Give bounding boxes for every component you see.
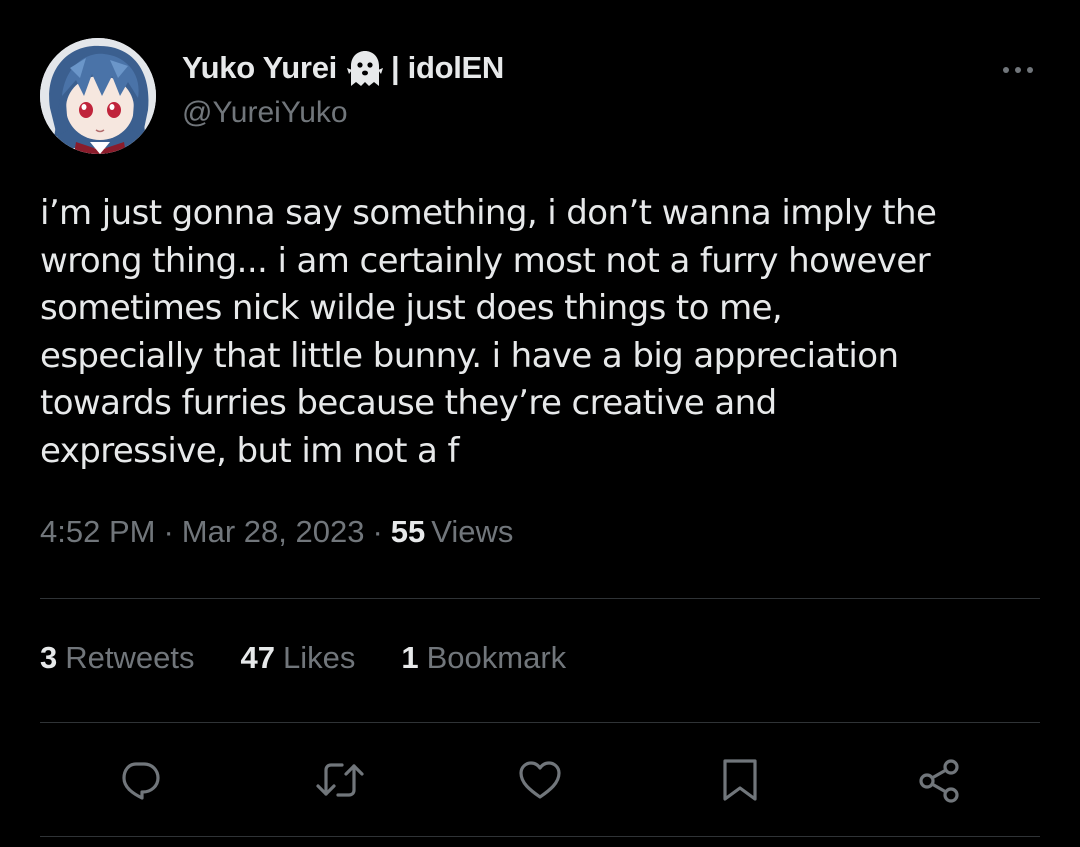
avatar-image bbox=[40, 38, 156, 154]
bookmark-button[interactable] bbox=[712, 752, 768, 808]
bookmarks-count: 1 bbox=[401, 640, 419, 675]
author-handle[interactable]: @YureiYuko bbox=[182, 96, 348, 130]
tweet-time[interactable]: 4:52 PM bbox=[40, 514, 155, 549]
retweets-count: 3 bbox=[40, 640, 58, 675]
retweets-stat[interactable]: 3 Retweets bbox=[40, 640, 194, 676]
share-button[interactable] bbox=[912, 752, 968, 808]
retweets-label: Retweets bbox=[65, 640, 195, 675]
action-bar bbox=[40, 752, 1040, 808]
tweet-detail: Yuko Yurei | idolEN @YureiYuko i’m just … bbox=[0, 0, 1080, 847]
meta-separator: · bbox=[372, 514, 383, 549]
tweet-text-line: especially that little bunny. i have a b… bbox=[40, 335, 899, 376]
meta-separator: · bbox=[163, 514, 174, 549]
engagement-stats: 3 Retweets 47 Likes 1 Bookmark bbox=[40, 640, 612, 676]
likes-stat[interactable]: 47 Likes bbox=[240, 640, 355, 676]
retweet-icon bbox=[316, 763, 364, 797]
likes-count: 47 bbox=[240, 640, 275, 675]
avatar[interactable] bbox=[40, 38, 156, 154]
tweet-meta: 4:52 PM · Mar 28, 2023 · 55 Views bbox=[40, 514, 513, 550]
tweet-text-line: towards furries because they’re creative… bbox=[40, 383, 777, 423]
author-display-name[interactable]: Yuko Yurei bbox=[182, 50, 337, 86]
divider bbox=[40, 722, 1040, 723]
tweet-text: i’m just gonna say something, i don’t wa… bbox=[40, 190, 1040, 475]
tweet-text-line: expressive, but im not a f bbox=[40, 430, 459, 471]
views-count[interactable]: 55 bbox=[391, 514, 425, 549]
share-icon bbox=[919, 759, 959, 803]
reply-icon bbox=[122, 762, 160, 800]
bookmark-icon bbox=[723, 759, 757, 801]
heart-icon bbox=[519, 761, 561, 799]
tweet-text-line: i’m just gonna say something, i don’t wa… bbox=[40, 193, 937, 233]
retweet-button[interactable] bbox=[312, 752, 368, 808]
more-options-icon[interactable] bbox=[996, 56, 1040, 84]
like-button[interactable] bbox=[512, 752, 568, 808]
divider bbox=[40, 598, 1040, 599]
ghost-icon bbox=[343, 48, 387, 88]
reply-button[interactable] bbox=[112, 752, 168, 808]
divider bbox=[40, 836, 1040, 837]
bookmarks-stat[interactable]: 1 Bookmark bbox=[401, 640, 566, 676]
tweet-date[interactable]: Mar 28, 2023 bbox=[182, 514, 365, 549]
views-label[interactable]: Views bbox=[431, 514, 513, 549]
likes-label: Likes bbox=[282, 640, 356, 675]
author-name-suffix: | idolEN bbox=[390, 50, 505, 85]
author-name-row[interactable]: Yuko Yurei | idolEN bbox=[182, 48, 504, 88]
tweet-text-line: wrong thing... i am certainly most not a… bbox=[40, 240, 931, 281]
bookmarks-label: Bookmark bbox=[426, 640, 567, 675]
tweet-text-line: sometimes nick wilde just does things to… bbox=[40, 288, 783, 328]
